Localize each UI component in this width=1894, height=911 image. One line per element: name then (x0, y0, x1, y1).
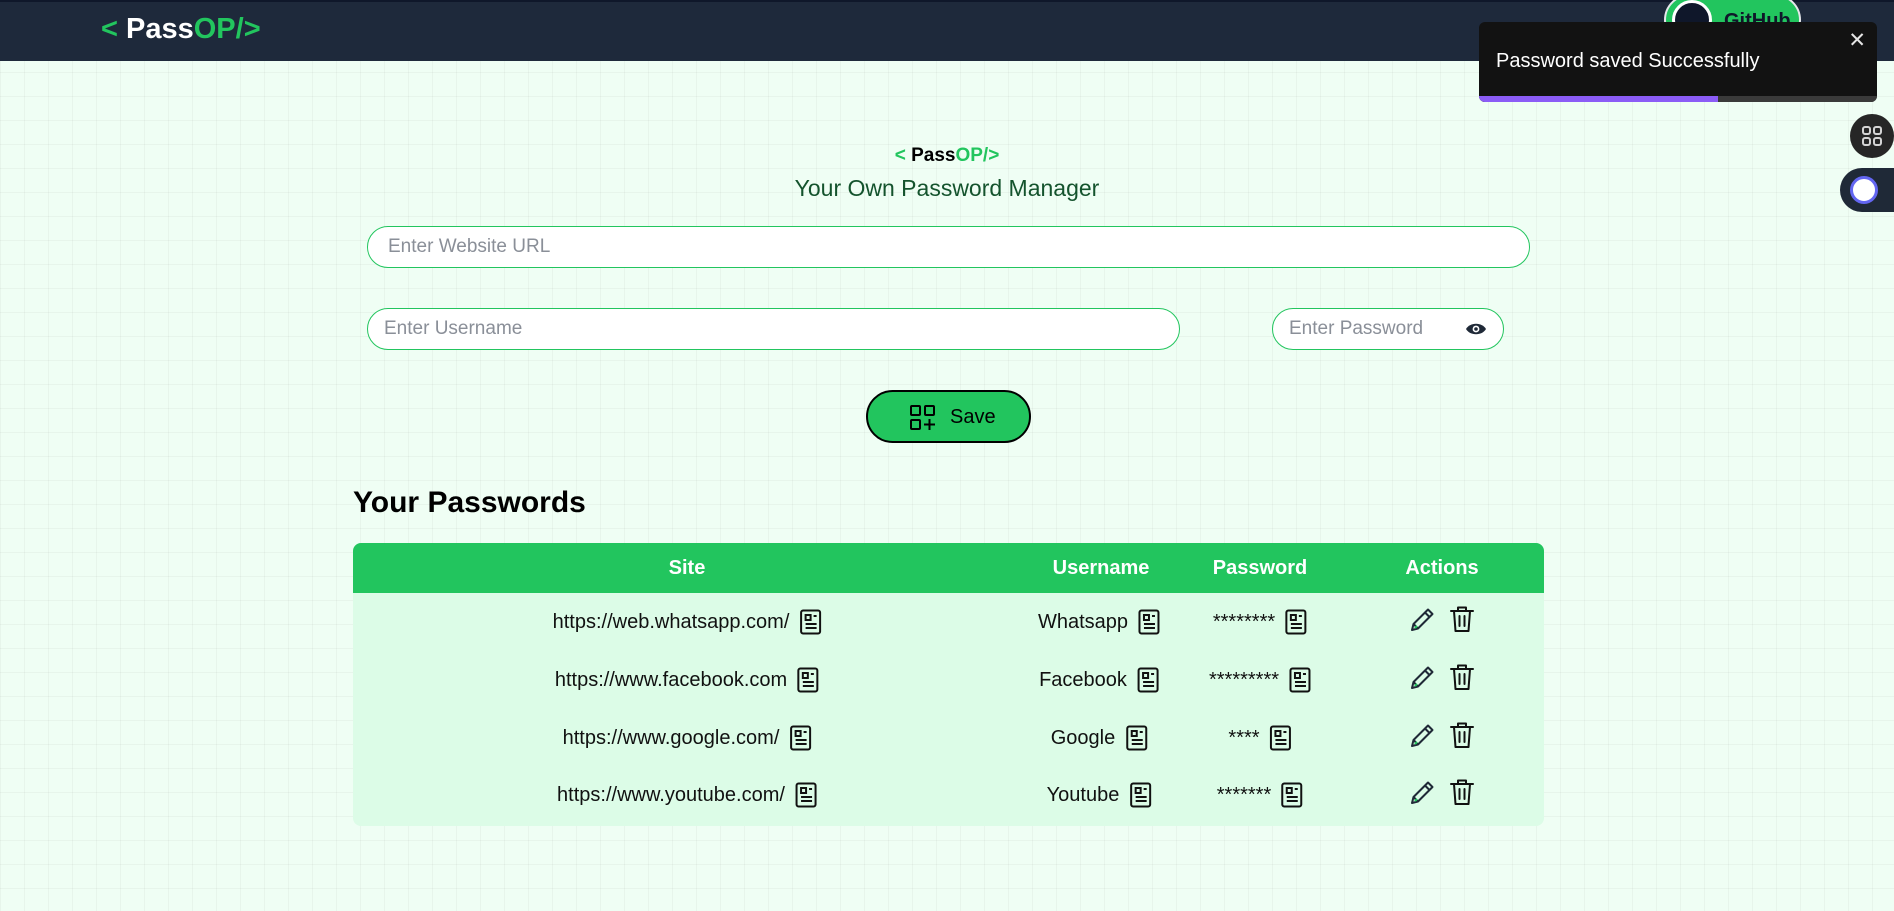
site-link[interactable]: https://www.facebook.com (555, 669, 787, 692)
site-cell: https://www.youtube.com/ (557, 782, 817, 808)
logo-bracket-open: < (101, 13, 118, 45)
clipboard-icon[interactable] (1270, 725, 1292, 751)
site-cell: https://www.google.com/ (563, 725, 812, 751)
clipboard-icon[interactable] (795, 782, 817, 808)
logo-bracket-close: > (243, 13, 261, 45)
clipboard-icon[interactable] (1125, 725, 1147, 751)
password-cell: ******** (1213, 609, 1307, 635)
clipboard-icon[interactable] (1285, 609, 1307, 635)
username-value: Facebook (1039, 668, 1127, 691)
page-logo: < PassOP/> (0, 145, 1894, 167)
trash-icon[interactable] (1449, 663, 1475, 691)
pencil-icon[interactable] (1409, 663, 1435, 691)
column-header-site: Site (668, 557, 706, 579)
table-row: https://www.youtube.com/Youtube ******* (353, 779, 1544, 826)
table-row: https://www.facebook.com Facebook ********… (353, 664, 1544, 725)
logo-bracket-open: < (894, 145, 906, 166)
password-value: **** (1228, 726, 1260, 749)
logo-pass: Pass (911, 145, 956, 166)
password-value: ******* (1216, 783, 1272, 806)
clipboard-icon[interactable] (1281, 782, 1303, 808)
column-header-password: Password (1212, 557, 1308, 579)
actions-cell (1409, 721, 1475, 749)
trash-icon[interactable] (1449, 721, 1475, 749)
username-value: Whatsapp (1037, 610, 1129, 633)
site-link[interactable]: https://www.youtube.com/ (557, 784, 785, 807)
actions-cell (1409, 778, 1475, 806)
username-cell: Youtube (1047, 782, 1152, 808)
clipboard-icon[interactable] (799, 609, 821, 635)
grid-plus-icon (910, 405, 935, 430)
logo-op: OP/ (955, 145, 989, 166)
passwords-heading: Your Passwords (353, 486, 586, 519)
toast-message: Password saved Successfully (1496, 50, 1760, 72)
password-cell: ********* (1209, 667, 1311, 693)
clipboard-icon[interactable] (1129, 782, 1151, 808)
website-url-input[interactable] (367, 226, 1530, 268)
pencil-icon[interactable] (1409, 721, 1435, 749)
pencil-icon[interactable] (1409, 778, 1435, 806)
actions-cell (1409, 605, 1475, 633)
site-link[interactable]: https://web.whatsapp.com/ (553, 611, 790, 634)
username-cell: Whatsapp (1038, 609, 1160, 635)
close-icon[interactable]: ✕ (1848, 28, 1866, 53)
username-value: Google (1050, 726, 1116, 749)
password-value: ******** (1212, 610, 1276, 633)
column-header-username: Username (1052, 557, 1150, 579)
clipboard-icon[interactable] (1137, 667, 1159, 693)
trash-icon[interactable] (1449, 778, 1475, 806)
table-row: https://web.whatsapp.com/Whatsapp *******… (353, 606, 1544, 667)
column-header-actions: Actions (1405, 557, 1479, 579)
toast-notification: Password saved Successfully ✕ (1479, 22, 1877, 102)
page-tagline: Your Own Password Manager (794, 175, 1100, 201)
actions-cell (1409, 663, 1475, 691)
site-cell: https://web.whatsapp.com/ (553, 609, 822, 635)
eye-icon[interactable] (1465, 322, 1487, 336)
username-value: Youtube (1046, 783, 1120, 806)
password-value: ********* (1208, 668, 1280, 691)
logo-bracket-close: > (988, 145, 1000, 166)
password-cell: **** (1228, 725, 1292, 751)
logo-pass: Pass (126, 13, 194, 45)
clipboard-icon[interactable] (797, 667, 819, 693)
passwords-table: Site Username Password Actions https://w… (353, 543, 1544, 826)
pencil-icon[interactable] (1409, 605, 1435, 633)
table-row: https://www.google.com/Google **** (353, 722, 1544, 783)
username-cell: Facebook (1039, 667, 1159, 693)
logo-op: OP/ (193, 13, 244, 45)
navbar-logo: < PassOP/> (101, 13, 261, 46)
trash-icon[interactable] (1449, 605, 1475, 633)
clipboard-icon[interactable] (1138, 609, 1160, 635)
save-label: Save (950, 406, 996, 428)
toast-progress-track (1479, 96, 1877, 102)
toast-progress-bar (1479, 96, 1718, 102)
table-header: Site Username Password Actions (353, 543, 1544, 593)
clipboard-icon[interactable] (789, 725, 811, 751)
clipboard-icon[interactable] (1289, 667, 1311, 693)
site-link[interactable]: https://www.google.com/ (563, 727, 780, 750)
password-cell: ******* (1217, 782, 1303, 808)
save-button[interactable]: Save (866, 390, 1031, 443)
site-cell: https://www.facebook.com (555, 667, 819, 693)
username-cell: Google (1051, 725, 1148, 751)
username-input[interactable] (367, 308, 1180, 350)
